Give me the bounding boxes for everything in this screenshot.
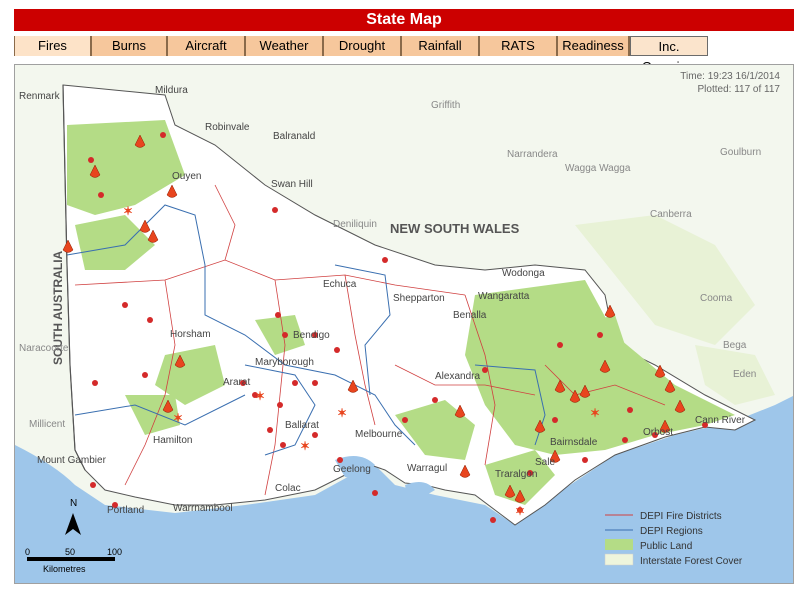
town-label: Benalla <box>453 310 487 321</box>
nsw-label: NEW SOUTH WALES <box>390 221 520 236</box>
svg-text:✶: ✶ <box>515 504 525 518</box>
town-label: Griffith <box>431 100 460 111</box>
town-label: Cann River <box>695 415 746 426</box>
town-label: Cooma <box>700 293 733 304</box>
town-label: Ouyen <box>172 171 201 182</box>
svg-text:✶: ✶ <box>123 204 133 218</box>
town-label: Hamilton <box>153 435 192 446</box>
page-title: State Map <box>14 9 794 31</box>
town-label: Maryborough <box>255 357 314 368</box>
town-label: Narrandera <box>507 149 558 160</box>
tab-readiness[interactable]: Readiness <box>558 36 630 56</box>
town-label: Millicent <box>29 419 65 430</box>
town-label: Traralgon <box>495 469 537 480</box>
svg-text:✶: ✶ <box>590 406 600 420</box>
tab-weather[interactable]: Weather <box>246 36 324 56</box>
town-label: Orbost <box>643 427 673 438</box>
town-label: Ballarat <box>285 420 319 431</box>
svg-text:✶: ✶ <box>300 439 310 453</box>
town-label: Portland <box>107 505 144 516</box>
town-label: Geelong <box>333 464 371 475</box>
svg-text:✶: ✶ <box>173 411 183 425</box>
tab-rats[interactable]: RATS <box>480 36 558 56</box>
town-label: Echuca <box>323 279 357 290</box>
legend-label: DEPI Fire Districts <box>640 511 722 522</box>
legend-swatch-public-land <box>605 539 633 550</box>
legend-label: Public Land <box>640 541 692 552</box>
tab-drought[interactable]: Drought <box>324 36 402 56</box>
town-label: Eden <box>733 369 756 380</box>
tab-rainfall[interactable]: Rainfall <box>402 36 480 56</box>
town-label: Horsham <box>170 329 211 340</box>
svg-text:N: N <box>70 498 77 509</box>
town-label: Mount Gambier <box>37 455 107 466</box>
town-label: Wangaratta <box>478 291 530 302</box>
town-label: Wodonga <box>502 268 545 279</box>
svg-text:✶: ✶ <box>255 389 265 403</box>
town-label: Bairnsdale <box>550 437 598 448</box>
state-map[interactable]: ✶ ✶ ✶ ✶ ✶ ✶ ✶ NEW SOUTH WALES SOUTH AUSTRALI… <box>14 64 794 584</box>
tab-aircraft[interactable]: Aircraft <box>168 36 246 56</box>
svg-text:Kilometres: Kilometres <box>43 564 86 574</box>
map-canvas[interactable]: ✶✶✶ ✶✶ ✶ ✶ NEW SOUTH WALES SOUTH AUSTRALI… <box>15 65 794 584</box>
town-label: Naracoorte <box>19 343 69 354</box>
svg-text:50: 50 <box>65 547 75 557</box>
town-label: Canberra <box>650 209 692 220</box>
tab-fires[interactable]: Fires <box>14 36 92 56</box>
town-label: Renmark <box>19 91 61 102</box>
town-label: Colac <box>275 483 301 494</box>
map-tabs: Fires Burns Aircraft Weather Drought Rai… <box>14 36 714 74</box>
map-plotted: Plotted: 117 of 117 <box>697 84 780 95</box>
town-label: Deniliquin <box>333 219 377 230</box>
map-info: Time: 19:23 16/1/2014 Plotted: 117 of 11… <box>680 70 780 96</box>
tab-burns[interactable]: Burns <box>92 36 168 56</box>
town-label: Melbourne <box>355 429 403 440</box>
town-label: Mildura <box>155 85 188 96</box>
svg-text:100: 100 <box>107 547 122 557</box>
town-label: Bendigo <box>293 330 330 341</box>
town-label: Shepparton <box>393 293 445 304</box>
legend-label: DEPI Regions <box>640 526 703 537</box>
legend-label: Interstate Forest Cover <box>640 556 743 567</box>
legend-swatch-forest <box>604 553 634 566</box>
town-label: Swan Hill <box>271 179 313 190</box>
town-label: Robinvale <box>205 122 250 133</box>
town-label: Balranald <box>273 131 315 142</box>
town-label: Bega <box>723 340 747 351</box>
town-label: Ararat <box>223 377 250 388</box>
svg-text:✶: ✶ <box>337 406 347 420</box>
town-label: Goulburn <box>720 147 761 158</box>
tab-inc-overview[interactable]: Inc. Overview <box>630 36 708 74</box>
svg-text:0: 0 <box>25 547 30 557</box>
town-label: Warragul <box>407 463 447 474</box>
town-label: Sale <box>535 457 555 468</box>
map-time: Time: 19:23 16/1/2014 <box>680 71 780 82</box>
town-label: Alexandra <box>435 371 480 382</box>
town-label: Warrnambool <box>173 503 233 514</box>
town-label: Wagga Wagga <box>565 163 631 174</box>
